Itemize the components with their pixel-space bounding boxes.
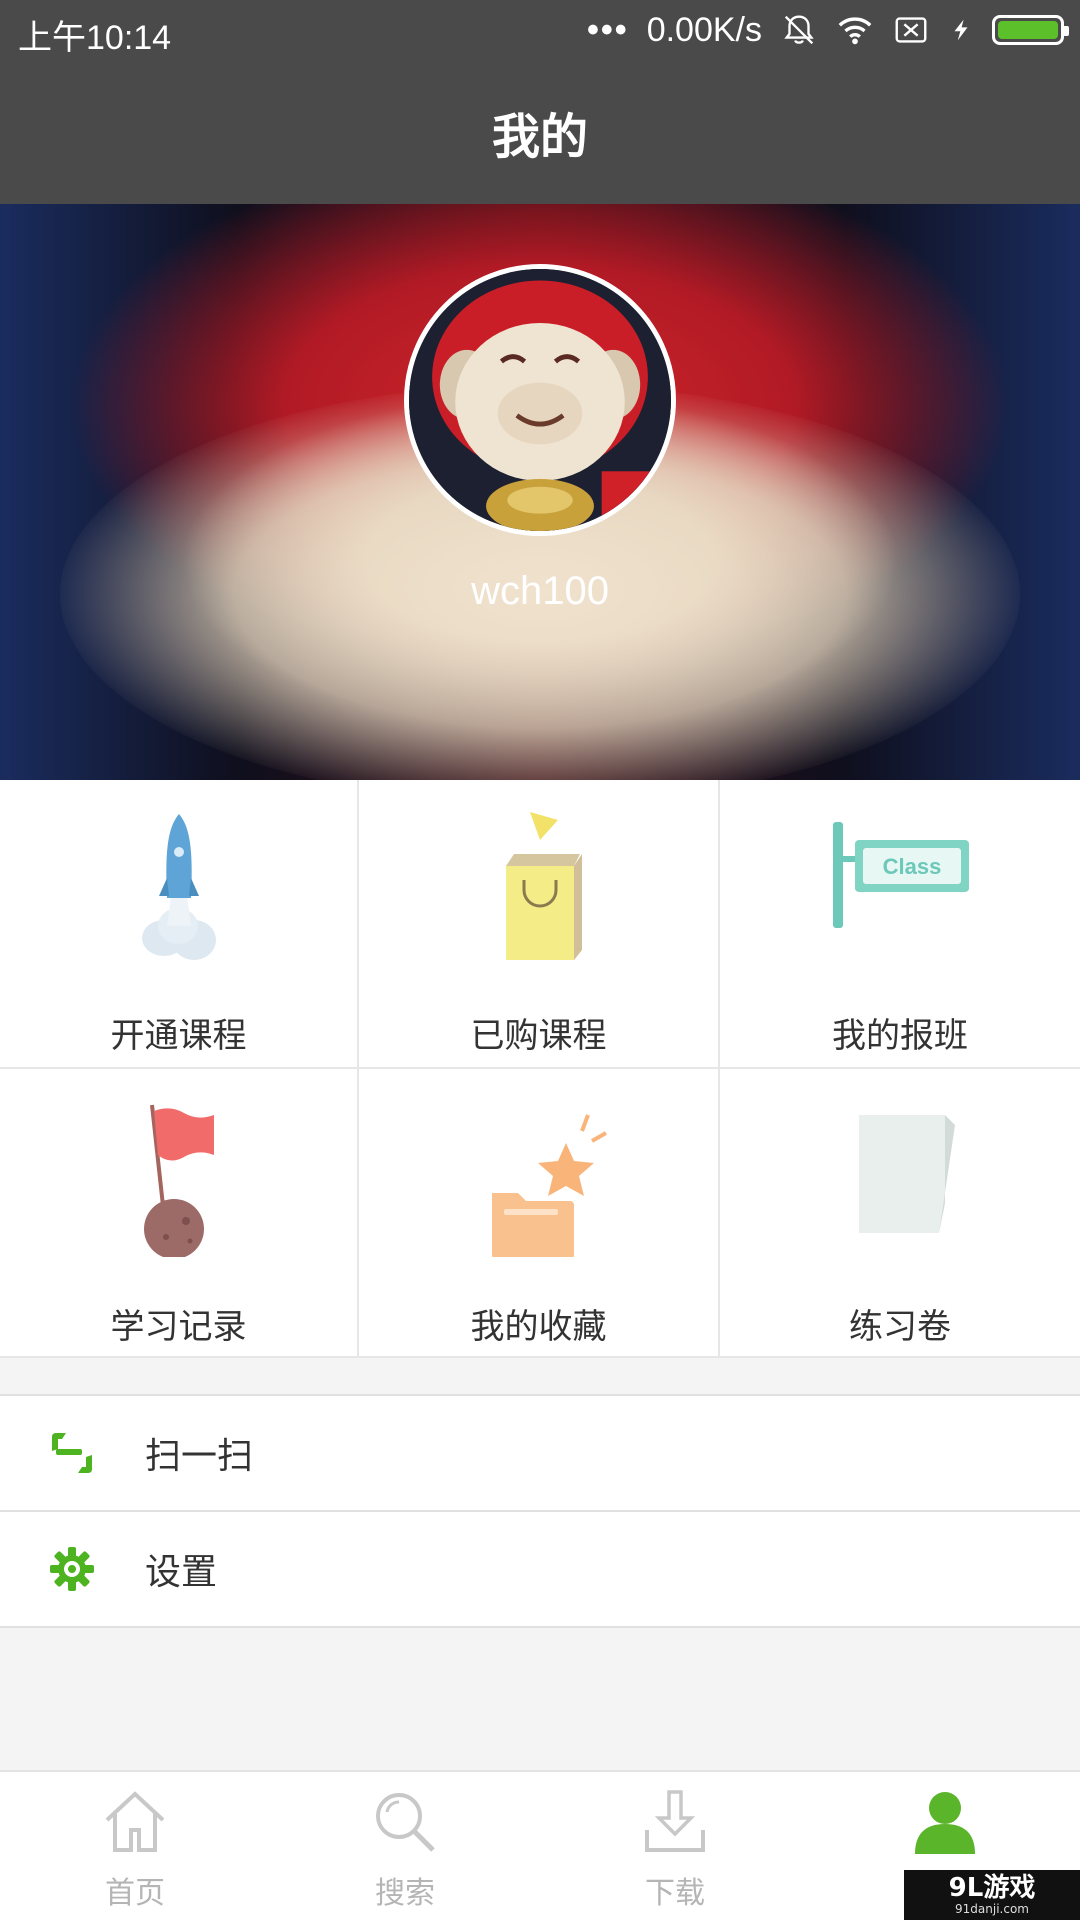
bell-off-icon <box>784 15 814 45</box>
nav-item-search[interactable]: 搜索 <box>270 1772 540 1920</box>
menu-item-scan[interactable]: 扫一扫 <box>0 1396 1080 1512</box>
wifi-icon <box>838 17 872 45</box>
scan-icon <box>48 1429 96 1477</box>
grid-label: 已购课程 <box>470 1016 607 1056</box>
grid-item-practice-paper[interactable]: 练习卷 <box>720 1069 1080 1358</box>
nav-label: 首页 <box>105 1876 165 1911</box>
favorite-folder-icon <box>464 1097 614 1257</box>
grid-label: 学习记录 <box>110 1307 247 1347</box>
battery-icon <box>992 15 1069 45</box>
class-sign-text: Class <box>883 854 942 879</box>
status-bar: 上午10:14 ••• 0.00K/s <box>0 0 1080 60</box>
avatar[interactable] <box>404 264 676 536</box>
grid-item-my-class[interactable]: Class 我的报班 <box>720 780 1080 1069</box>
flag-planet-icon <box>104 1097 254 1257</box>
feature-grid: 开通课程 已购课程 Class 我的报班 学习记录 我的收藏 练习卷 <box>0 780 1080 1358</box>
grid-item-study-record[interactable]: 学习记录 <box>0 1069 359 1358</box>
grid-item-purchased-course[interactable]: 已购课程 <box>359 780 720 1069</box>
search-icon <box>371 1788 439 1856</box>
menu-label: 设置 <box>145 1552 218 1593</box>
grid-item-open-course[interactable]: 开通课程 <box>0 780 359 1069</box>
watermark-sub: 91danji.com <box>955 1902 1029 1916</box>
profile-header: wch100 <box>0 204 1080 780</box>
charging-icon <box>954 19 968 41</box>
grid-label: 我的收藏 <box>470 1307 607 1347</box>
monkey-avatar-icon <box>409 269 671 531</box>
menu-list: 扫一扫 设置 <box>0 1394 1080 1628</box>
title-bar: 我的 <box>0 60 1080 204</box>
grid-label: 我的报班 <box>832 1016 968 1056</box>
rocket-icon <box>104 808 254 968</box>
user-icon <box>911 1788 979 1856</box>
nav-item-home[interactable]: 首页 <box>0 1772 270 1920</box>
watermark-main: 9L游戏 <box>948 1873 1036 1903</box>
shopping-bag-icon <box>464 808 614 968</box>
nav-label: 下载 <box>645 1876 705 1911</box>
grid-label: 练习卷 <box>849 1307 951 1347</box>
status-time: 上午10:14 <box>18 19 172 57</box>
status-dots: ••• <box>586 10 629 49</box>
status-icons: ••• 0.00K/s <box>586 8 1069 52</box>
paper-icon <box>825 1097 975 1257</box>
grid-item-my-favorites[interactable]: 我的收藏 <box>359 1069 720 1358</box>
sim-off-icon <box>895 17 927 43</box>
menu-item-settings[interactable]: 设置 <box>0 1512 1080 1628</box>
home-icon <box>101 1788 169 1856</box>
download-icon <box>641 1788 709 1856</box>
page-title: 我的 <box>491 109 588 165</box>
username: wch100 <box>471 569 609 613</box>
menu-label: 扫一扫 <box>145 1436 254 1477</box>
grid-label: 开通课程 <box>110 1016 247 1056</box>
class-sign-icon: Class <box>825 808 975 968</box>
nav-item-download[interactable]: 下载 <box>540 1772 810 1920</box>
battery-level <box>998 21 1058 39</box>
nav-label: 搜索 <box>375 1876 435 1911</box>
watermark: 9L游戏 91danji.com <box>904 1870 1080 1920</box>
network-speed: 0.00K/s <box>646 10 762 49</box>
gear-icon <box>48 1545 96 1593</box>
